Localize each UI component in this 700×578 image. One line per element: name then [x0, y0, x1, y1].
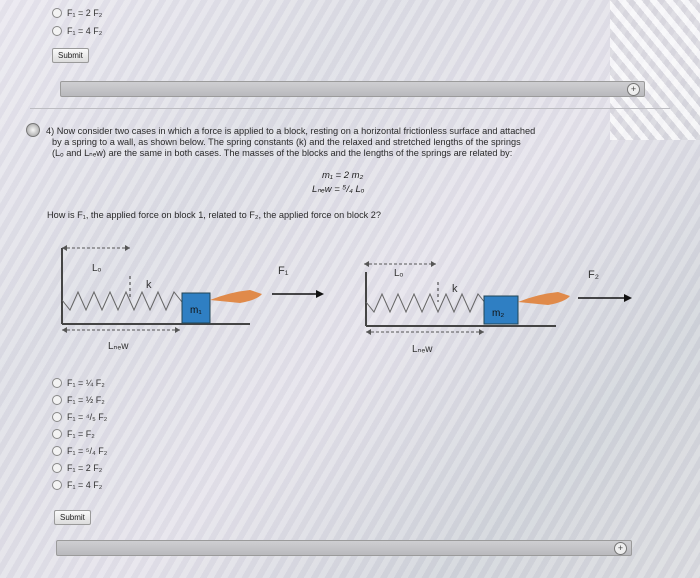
radio-button[interactable]: [52, 395, 62, 405]
option-label: F₁ = ½ F₂: [67, 395, 105, 405]
question-text-line1: 4) Now consider two cases in which a for…: [46, 126, 536, 136]
case-right: Lₒ k m₂ F₂ Lₙₑw: [364, 261, 632, 355]
mass-label: m₁: [190, 305, 202, 316]
lo-label: Lₒ: [394, 268, 404, 279]
option-label: F₁ = 2 F₂: [67, 463, 103, 473]
lnew-label: Lₙₑw: [412, 344, 433, 355]
radio-button[interactable]: [52, 463, 62, 473]
answer-option[interactable]: F₁ = ¼ F₂: [52, 378, 105, 388]
hand-icon: [518, 292, 570, 305]
mass-label: m₂: [492, 308, 504, 319]
question-text-line2: by a spring to a wall, as shown below. T…: [52, 137, 521, 147]
answer-option[interactable]: F₁ = 2 F₂: [52, 463, 102, 473]
submit-button[interactable]: Submit: [54, 510, 91, 525]
answer-option[interactable]: F₁ = ⁴/₅ F₂: [52, 412, 107, 422]
spring-figure: Lₒ k m₁ F₁ Lₙₑw Lₒ k m₂ F₂ Lₙₑw: [61, 245, 632, 355]
lnew-label: Lₙₑw: [108, 341, 129, 352]
question-text-line3: (Lₒ and Lₙₑw) are the same in both cases…: [52, 148, 513, 158]
option-label: F₁ = 4 F₂: [67, 480, 103, 490]
answer-option[interactable]: F₁ = 4 F₂: [52, 480, 102, 490]
equation-length: Lₙₑw = ⁵/₄ Lₒ: [312, 184, 365, 195]
radio-button[interactable]: [52, 378, 62, 388]
prev-option-row[interactable]: F₁ = 2 F₂: [52, 8, 102, 18]
question-divider: [30, 108, 670, 109]
option-label: F₁ = ⁴/₅ F₂: [67, 412, 108, 422]
question-status-icon: [26, 123, 40, 137]
prev-submit-button[interactable]: Submit: [52, 48, 89, 63]
force-label: F₂: [588, 269, 599, 281]
equation-mass: m₁ = 2 m₂: [322, 170, 364, 181]
radio-button[interactable]: [52, 8, 62, 18]
radio-button[interactable]: [52, 26, 62, 36]
spring: [365, 292, 487, 314]
prev-option-row[interactable]: F₁ = 4 F₂: [52, 26, 102, 36]
prev-option-label: F₁ = 2 F₂: [67, 8, 103, 18]
radio-button[interactable]: [52, 429, 62, 439]
screen-glare: [610, 0, 700, 140]
spring: [61, 290, 183, 312]
question-ask: How is F₁, the applied force on block 1,…: [47, 210, 382, 220]
option-label: F₁ = ¼ F₂: [67, 378, 105, 388]
answer-option[interactable]: F₁ = ½ F₂: [52, 395, 105, 405]
lo-label: Lₒ: [92, 263, 102, 274]
answer-option[interactable]: F₁ = ⁵/₄ F₂: [52, 446, 107, 456]
radio-button[interactable]: [52, 446, 62, 456]
option-label: F₁ = ⁵/₄ F₂: [67, 446, 108, 456]
expand-icon[interactable]: +: [627, 83, 640, 96]
prev-option-label: F₁ = 4 F₂: [67, 26, 103, 36]
option-label: F₁ = F₂: [67, 429, 95, 439]
radio-button[interactable]: [52, 480, 62, 490]
answer-feedback-bar[interactable]: +: [56, 540, 632, 556]
force-label: F₁: [278, 265, 289, 277]
k-label: k: [146, 279, 152, 291]
case-left: Lₒ k m₁ F₁ Lₙₑw: [61, 245, 324, 352]
radio-button[interactable]: [52, 412, 62, 422]
prev-answer-bar[interactable]: +: [60, 81, 645, 97]
answer-option[interactable]: F₁ = F₂: [52, 429, 95, 439]
k-label: k: [452, 283, 458, 295]
hand-icon: [210, 290, 262, 303]
expand-icon[interactable]: +: [614, 542, 627, 555]
